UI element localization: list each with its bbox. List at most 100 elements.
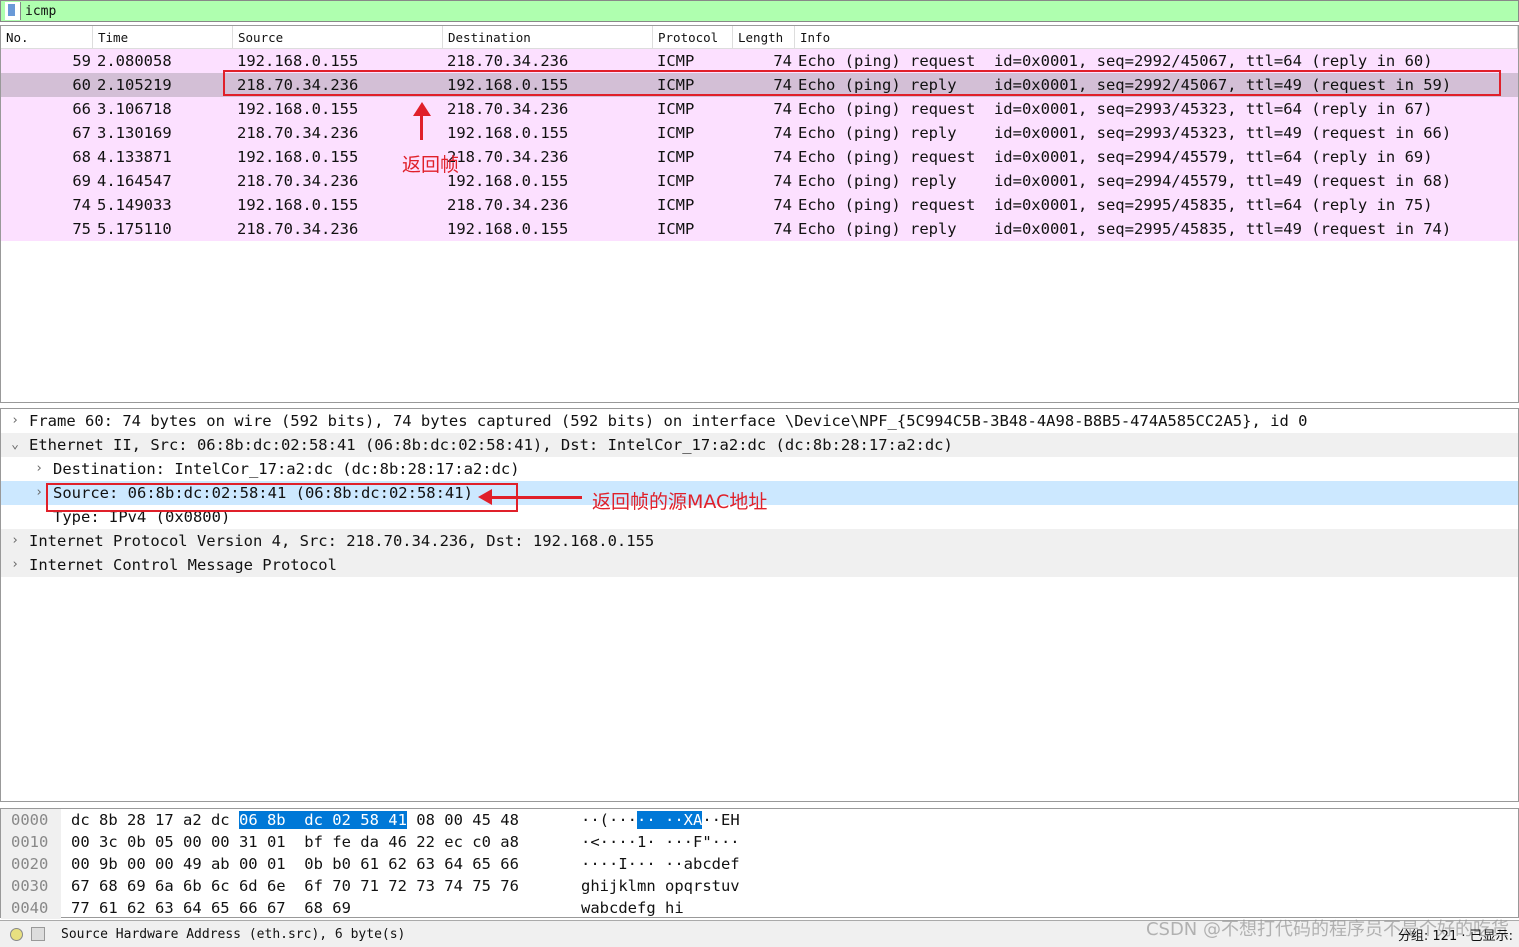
annotation-source-mac: 返回帧的源MAC地址 [592, 491, 768, 513]
column-header[interactable]: Info [795, 26, 1518, 49]
bookmark-icon[interactable] [5, 2, 21, 20]
packet-cell: 68 [72, 148, 91, 166]
packet-cell: 218.70.34.236 [237, 220, 359, 238]
highlight-box [223, 70, 1501, 96]
packet-cell: 5.175110 [97, 220, 172, 238]
detail-item[interactable]: › Internet Protocol Version 4, Src: 218.7… [1, 529, 1518, 553]
packet-cell: 4.164547 [97, 172, 172, 190]
hex-row: 0010 00 3c 0b 05 00 00 31 01 bf fe da 46 … [1, 831, 1518, 853]
column-header[interactable]: No. [1, 26, 93, 49]
packet-cell: 218.70.34.236 [447, 100, 569, 118]
packet-row[interactable]: 75 5.175110 218.70.34.236 192.168.0.155 ICMP… [1, 217, 1518, 241]
packet-cell: Echo (ping) reply id=0x0001, seq=2994/45… [798, 172, 1452, 190]
packet-row[interactable]: 74 5.149033 192.168.0.155 218.70.34.236 ICMP… [1, 193, 1518, 217]
hex-bytes: 67 68 69 6a 6b 6c 6d 6e 6f 70 71 72 73 7… [71, 877, 519, 895]
packet-cell: 60 [72, 76, 91, 94]
expert-info-icon[interactable] [10, 927, 23, 941]
packet-cell: Echo (ping) request id=0x0001, seq=2993/… [798, 100, 1433, 118]
hex-bytes: 77 61 62 63 64 65 66 67 68 69 [71, 899, 351, 917]
ascii: ··EH [702, 811, 740, 829]
packet-cell: 4.133871 [97, 148, 172, 166]
packet-cell: ICMP [657, 172, 695, 190]
hex-row: 0030 67 68 69 6a 6b 6c 6d 6e 6f 70 71 72 … [1, 875, 1518, 897]
packet-cell: 74 [773, 100, 792, 118]
ascii-selected[interactable]: ·· ··XA [637, 811, 703, 829]
hex-offset: 0000 [1, 809, 61, 831]
expand-icon[interactable]: › [1, 553, 29, 577]
packet-cell: 218.70.34.236 [237, 124, 359, 142]
hex-offset: 0020 [1, 853, 61, 875]
column-header[interactable]: Time [93, 26, 233, 49]
packet-cell: 218.70.34.236 [447, 148, 569, 166]
ascii: ·<····1· ···F"··· [581, 833, 740, 851]
hex-bytes: dc 8b 28 17 a2 dc [71, 811, 239, 829]
packet-cell: 75 [72, 220, 91, 238]
packet-cell: 67 [72, 124, 91, 142]
detail-item[interactable]: ⌄ Ethernet II, Src: 06:8b:dc:02:58:41 (06… [1, 433, 1518, 457]
packet-cell: 74 [773, 220, 792, 238]
expand-icon[interactable]: › [1, 529, 29, 553]
packet-bytes[interactable]: 0000 dc 8b 28 17 a2 dc 06 8b dc 02 58 41 … [0, 808, 1519, 919]
detail-text: Internet Control Message Protocol [29, 556, 337, 574]
display-filter-bar[interactable]: icmp [0, 0, 1519, 22]
packet-row[interactable]: 67 3.130169 218.70.34.236 192.168.0.155 ICMP… [1, 121, 1518, 145]
detail-text: Internet Protocol Version 4, Src: 218.70… [29, 532, 655, 550]
packet-cell: Echo (ping) reply id=0x0001, seq=2995/45… [798, 220, 1452, 238]
column-header[interactable]: Source [233, 26, 443, 49]
packet-cell: 5.149033 [97, 196, 172, 214]
highlight-box [46, 483, 518, 512]
expand-icon[interactable]: ⌄ [1, 433, 29, 457]
packet-cell: ICMP [657, 124, 695, 142]
packet-cell: 74 [773, 196, 792, 214]
packet-row[interactable]: 66 3.106718 192.168.0.155 218.70.34.236 ICMP… [1, 97, 1518, 121]
packet-cell: 192.168.0.155 [447, 172, 569, 190]
ascii: wabcdefg hi [581, 899, 684, 917]
detail-item[interactable]: › Destination: IntelCor_17:a2:dc (dc:8b:2… [1, 457, 1518, 481]
packet-row[interactable]: 69 4.164547 218.70.34.236 192.168.0.155 ICMP… [1, 169, 1518, 193]
packet-cell: Echo (ping) reply id=0x0001, seq=2993/45… [798, 124, 1452, 142]
arrow-icon [490, 496, 582, 499]
arrow-head-icon [478, 489, 492, 505]
packet-details[interactable]: › Frame 60: 74 bytes on wire (592 bits), … [0, 408, 1519, 802]
packet-cell: 192.168.0.155 [237, 196, 359, 214]
packet-cell: 74 [773, 172, 792, 190]
detail-item[interactable]: › Internet Control Message Protocol [1, 553, 1518, 577]
packet-cell: 59 [72, 52, 91, 70]
hex-bytes-selected[interactable]: 06 8b dc 02 58 41 [238, 811, 407, 829]
packet-cell: Echo (ping) request id=0x0001, seq=2994/… [798, 148, 1433, 166]
packet-cell: 192.168.0.155 [447, 124, 569, 142]
packet-cell: 3.130169 [97, 124, 172, 142]
packet-cell: ICMP [657, 100, 695, 118]
detail-item[interactable]: › Frame 60: 74 bytes on wire (592 bits), … [1, 409, 1518, 433]
hex-bytes: 08 00 45 48 [406, 811, 519, 829]
packet-cell: ICMP [657, 220, 695, 238]
hex-row: 0020 00 9b 00 00 49 ab 00 01 0b b0 61 62 … [1, 853, 1518, 875]
expand-icon[interactable]: › [1, 409, 29, 433]
packet-cell: 74 [773, 148, 792, 166]
annotation-return-frame: 返回帧 [402, 154, 460, 176]
packet-cell: Echo (ping) request id=0x0001, seq=2995/… [798, 196, 1433, 214]
packet-counts: 分组: 121 · 已显示: [1397, 929, 1513, 944]
ascii: ghijklmn opqrstuv [581, 877, 740, 895]
packet-cell: 192.168.0.155 [237, 100, 359, 118]
column-header[interactable]: Length [733, 26, 795, 49]
column-header[interactable]: Destination [443, 26, 653, 49]
column-header[interactable]: Protocol [653, 26, 733, 49]
detail-text: Destination: IntelCor_17:a2:dc (dc:8b:28… [53, 460, 520, 478]
hex-bytes: 00 3c 0b 05 00 00 31 01 bf fe da 46 22 e… [71, 833, 519, 851]
filter-input[interactable]: icmp [25, 4, 56, 19]
packet-cell: 2.105219 [97, 76, 172, 94]
detail-text: Frame 60: 74 bytes on wire (592 bits), 7… [29, 412, 1308, 430]
edit-comment-icon[interactable] [31, 927, 45, 941]
expand-icon[interactable]: › [25, 457, 53, 481]
packet-cell: ICMP [657, 148, 695, 166]
hex-offset: 0010 [1, 831, 61, 853]
packet-row[interactable]: 68 4.133871 192.168.0.155 218.70.34.236 ICMP… [1, 145, 1518, 169]
packet-cell: 66 [72, 100, 91, 118]
status-field-info: Source Hardware Address (eth.src), 6 byt… [61, 926, 406, 942]
arrow-head-icon [413, 102, 431, 116]
packet-cell: 3.106718 [97, 100, 172, 118]
detail-text: Ethernet II, Src: 06:8b:dc:02:58:41 (06:… [29, 436, 953, 454]
hex-row: 0000 dc 8b 28 17 a2 dc 06 8b dc 02 58 41 … [1, 809, 1518, 831]
packet-cell: 74 [72, 196, 91, 214]
